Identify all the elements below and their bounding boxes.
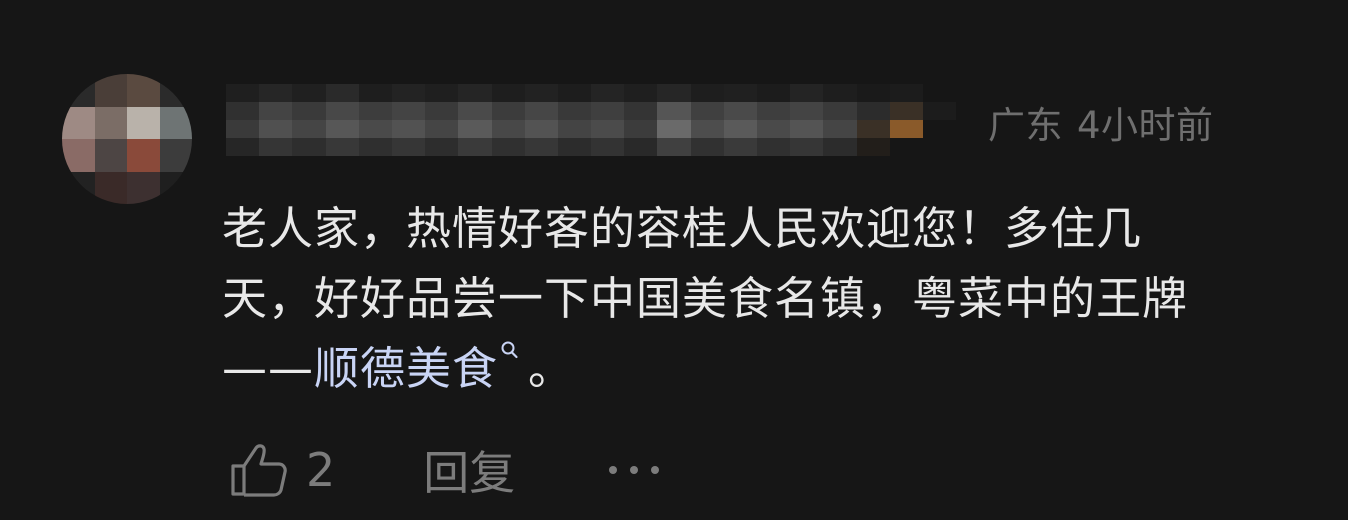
more-dots-icon[interactable] [609, 440, 660, 500]
comment-time: 4小时前 [1077, 104, 1214, 147]
comment-line-3: ——顺德美食。 [222, 334, 1322, 404]
dot [651, 466, 660, 474]
action-bar: 2 回复 [228, 437, 660, 503]
dot [630, 466, 639, 474]
comment-location: 广东 [988, 104, 1063, 147]
reply-button[interactable]: 回复 [423, 437, 515, 503]
like-button[interactable]: 2 [228, 440, 335, 500]
comment-text: 老人家，热情好客的容桂人民欢迎您！多住几 天，好好品尝一下中国美食名镇，粤菜中的… [222, 194, 1322, 404]
thumbs-up-icon[interactable] [228, 440, 290, 500]
comment-meta: 广东 4小时前 [988, 95, 1214, 149]
comment-dash: —— [222, 342, 314, 395]
username-obscured[interactable] [226, 84, 956, 156]
search-icon[interactable] [500, 340, 520, 362]
topic-link[interactable]: 顺德美食 [314, 342, 498, 395]
like-count: 2 [306, 443, 336, 497]
comment-period: 。 [528, 342, 575, 395]
user-avatar[interactable] [62, 74, 192, 204]
comment-line-1: 老人家，热情好客的容桂人民欢迎您！多住几 [222, 202, 1143, 255]
dot [609, 466, 618, 474]
comment-line-2: 天，好好品尝一下中国美食名镇，粤菜中的王牌 [222, 272, 1189, 325]
